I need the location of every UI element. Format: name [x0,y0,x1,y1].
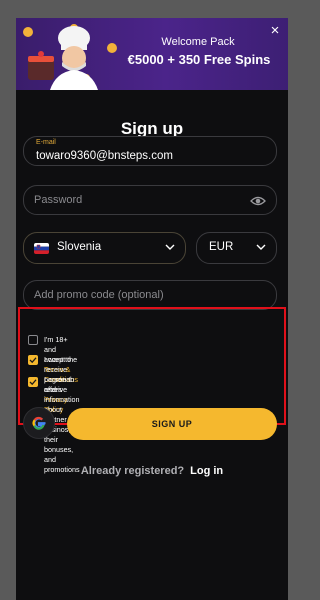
password-placeholder: Password [34,194,83,206]
banner-headline: €5000 + 350 Free Spins [127,52,271,67]
country-value: Slovenia [57,241,102,253]
currency-value: EUR [209,241,234,253]
sign-up-button[interactable]: SIGN UP [67,408,277,440]
chevron-down-icon [165,244,175,250]
google-signin-button[interactable] [23,407,55,439]
signup-modal: Welcome Pack €5000 + 350 Free Spins × Si… [16,18,288,600]
chevron-down-icon [256,244,266,250]
password-field[interactable]: Password [23,185,277,215]
already-registered-text: Already registered? [80,465,185,477]
promo-code-field[interactable]: Add promo code (optional) [23,280,277,310]
log-in-link[interactable]: Log in [190,465,223,477]
check-icon [29,379,37,386]
slovenia-flag-icon [34,243,49,254]
partners-checkbox[interactable] [28,377,38,387]
promo-placeholder: Add promo code (optional) [34,289,164,301]
eye-icon[interactable] [250,195,266,207]
google-icon [32,416,46,430]
offers-checkbox[interactable] [28,355,38,365]
email-value: towaro9360@bnsteps.com [36,150,173,162]
check-icon [29,357,37,364]
country-select[interactable]: Slovenia [23,232,186,264]
email-field[interactable]: E-mail towaro9360@bnsteps.com [23,136,277,166]
currency-select[interactable]: EUR [196,232,277,264]
welcome-banner: Welcome Pack €5000 + 350 Free Spins × [16,18,288,90]
login-prompt: Already registered? Log in [16,465,288,477]
chef-illustration [23,24,117,90]
banner-kicker: Welcome Pack [161,36,235,48]
close-icon[interactable]: × [268,23,282,38]
terms-checkbox[interactable] [28,335,38,345]
email-field-label: E-mail [36,139,56,146]
